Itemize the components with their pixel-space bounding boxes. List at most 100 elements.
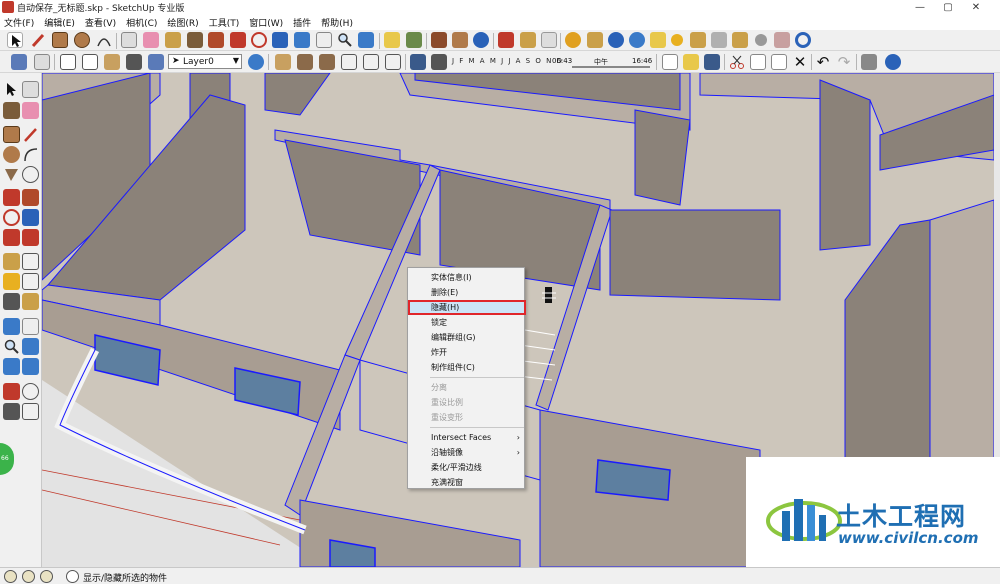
orbit-icon[interactable] (294, 32, 310, 48)
menu-item-zoom-selection[interactable]: 充满视窗 (408, 475, 526, 490)
select-arrow-icon[interactable] (7, 32, 23, 48)
rotate-icon[interactable] (3, 209, 20, 226)
position-camera-icon[interactable] (3, 383, 20, 400)
dimension-icon[interactable] (22, 253, 39, 270)
select-arrow-icon[interactable] (3, 81, 20, 98)
house-view-icon[interactable] (275, 54, 291, 70)
iso-view-icon[interactable] (11, 54, 27, 70)
ruby-icon[interactable] (520, 32, 536, 48)
protractor-icon[interactable] (3, 273, 20, 290)
redo-icon[interactable]: ↷ (836, 54, 852, 70)
component-icon[interactable] (22, 81, 39, 98)
top-view-icon[interactable] (34, 54, 50, 70)
zoom-window-icon[interactable] (22, 338, 39, 355)
pan-hand-icon[interactable] (22, 318, 39, 335)
tape-measure-icon[interactable] (3, 253, 20, 270)
wireframe-style-icon[interactable] (82, 54, 98, 70)
share-model-icon[interactable] (452, 32, 468, 48)
menu-item-soften-edges[interactable]: 柔化/平滑边线 (408, 460, 526, 475)
menu-file[interactable]: 文件(F) (4, 16, 34, 29)
paste-icon[interactable] (771, 54, 787, 70)
help-icon[interactable] (66, 570, 79, 583)
copy-icon[interactable] (750, 54, 766, 70)
look-around-icon[interactable] (22, 383, 39, 400)
plugin-pin-icon[interactable] (711, 32, 727, 48)
arc-icon[interactable] (22, 146, 39, 163)
move-icon[interactable] (230, 32, 246, 48)
orbit-icon[interactable] (3, 318, 20, 335)
polygon-icon[interactable] (3, 166, 20, 183)
previous-view-icon[interactable] (22, 358, 39, 375)
plugin-r-icon[interactable] (608, 32, 624, 48)
axes-icon[interactable] (3, 293, 20, 310)
3d-text-icon[interactable] (22, 293, 39, 310)
print-icon[interactable] (861, 54, 877, 70)
monochrome-style-icon[interactable] (148, 54, 164, 70)
plugin-ring-icon[interactable] (795, 32, 811, 48)
plugin-lamp-icon[interactable] (690, 32, 706, 48)
menu-item-edit-group[interactable]: 编辑群组(G) (408, 330, 526, 345)
minimize-button[interactable]: — (906, 0, 934, 14)
right-view-icon[interactable] (319, 54, 335, 70)
follow-me-icon[interactable] (22, 209, 39, 226)
menu-item-hide[interactable]: 隐藏(H) (408, 300, 526, 315)
paint-bucket-icon[interactable] (187, 32, 203, 48)
warehouse-icon[interactable] (431, 32, 447, 48)
scale-icon[interactable] (3, 229, 20, 246)
rotate-icon[interactable] (251, 32, 267, 48)
plugin-tag-icon[interactable] (587, 32, 603, 48)
model-info-icon[interactable] (885, 54, 901, 70)
follow-me-icon[interactable] (272, 32, 288, 48)
shadows-icon[interactable] (410, 54, 426, 70)
line-icon[interactable] (22, 126, 39, 143)
menu-item-delete[interactable]: 删除(E) (408, 285, 526, 300)
rectangle-icon[interactable] (52, 32, 68, 48)
paint-bucket-icon[interactable] (3, 102, 20, 119)
move-icon[interactable] (3, 189, 20, 206)
plugin-q-icon[interactable] (629, 32, 645, 48)
zoom-extents-icon[interactable] (358, 32, 374, 48)
menu-tools[interactable]: 工具(T) (209, 16, 240, 29)
menu-camera[interactable]: 相机(C) (126, 16, 157, 29)
close-button[interactable]: ✕ (962, 0, 990, 14)
credits-icon[interactable] (22, 570, 35, 583)
make-component-icon[interactable] (121, 32, 137, 48)
pencil-icon[interactable] (30, 32, 46, 48)
add-location-icon[interactable] (406, 32, 422, 48)
menu-draw[interactable]: 绘图(R) (167, 16, 198, 29)
menu-item-explode[interactable]: 炸开 (408, 345, 526, 360)
rectangle-icon[interactable] (3, 126, 20, 143)
eraser-icon[interactable] (22, 102, 39, 119)
zoom-icon[interactable] (3, 338, 20, 355)
back-view-icon[interactable] (341, 54, 357, 70)
menu-item-intersect-faces[interactable]: Intersect Faces › (408, 430, 526, 445)
menu-item-make-component[interactable]: 制作组件(C) (408, 360, 526, 375)
walk-icon[interactable] (3, 403, 20, 420)
xray-style-icon[interactable] (60, 54, 76, 70)
section-plane-icon[interactable] (22, 403, 39, 420)
user-icon[interactable] (40, 570, 53, 583)
month-scale[interactable]: J F M A M J J A S O N D (452, 57, 563, 65)
menu-item-entity-info[interactable]: 实体信息(I) (408, 270, 526, 285)
cut-icon[interactable] (729, 54, 745, 70)
save-icon[interactable] (704, 54, 720, 70)
undo-icon[interactable]: ↶ (815, 54, 831, 70)
zoom-extents-icon[interactable] (3, 358, 20, 375)
circle-icon[interactable] (74, 32, 90, 48)
photo-texture-icon[interactable] (384, 32, 400, 48)
pan-hand-icon[interactable] (316, 32, 332, 48)
textured-style-icon[interactable] (126, 54, 142, 70)
menu-edit[interactable]: 编辑(E) (44, 16, 75, 29)
push-pull-icon[interactable] (208, 32, 224, 48)
layer-dropdown[interactable]: ➤ Layer0 ▼ (168, 54, 242, 69)
eraser-icon[interactable] (143, 32, 159, 48)
circle-icon[interactable] (3, 146, 20, 163)
menu-help[interactable]: 帮助(H) (321, 16, 353, 29)
menu-item-flip-along[interactable]: 沿轴镜像 › (408, 445, 526, 460)
push-pull-icon[interactable] (22, 189, 39, 206)
menu-plugins[interactable]: 插件 (293, 16, 311, 29)
offset-icon[interactable] (22, 229, 39, 246)
layout-icon[interactable] (541, 32, 557, 48)
menu-window[interactable]: 窗口(W) (249, 16, 283, 29)
plugin-flag-icon[interactable] (732, 32, 748, 48)
